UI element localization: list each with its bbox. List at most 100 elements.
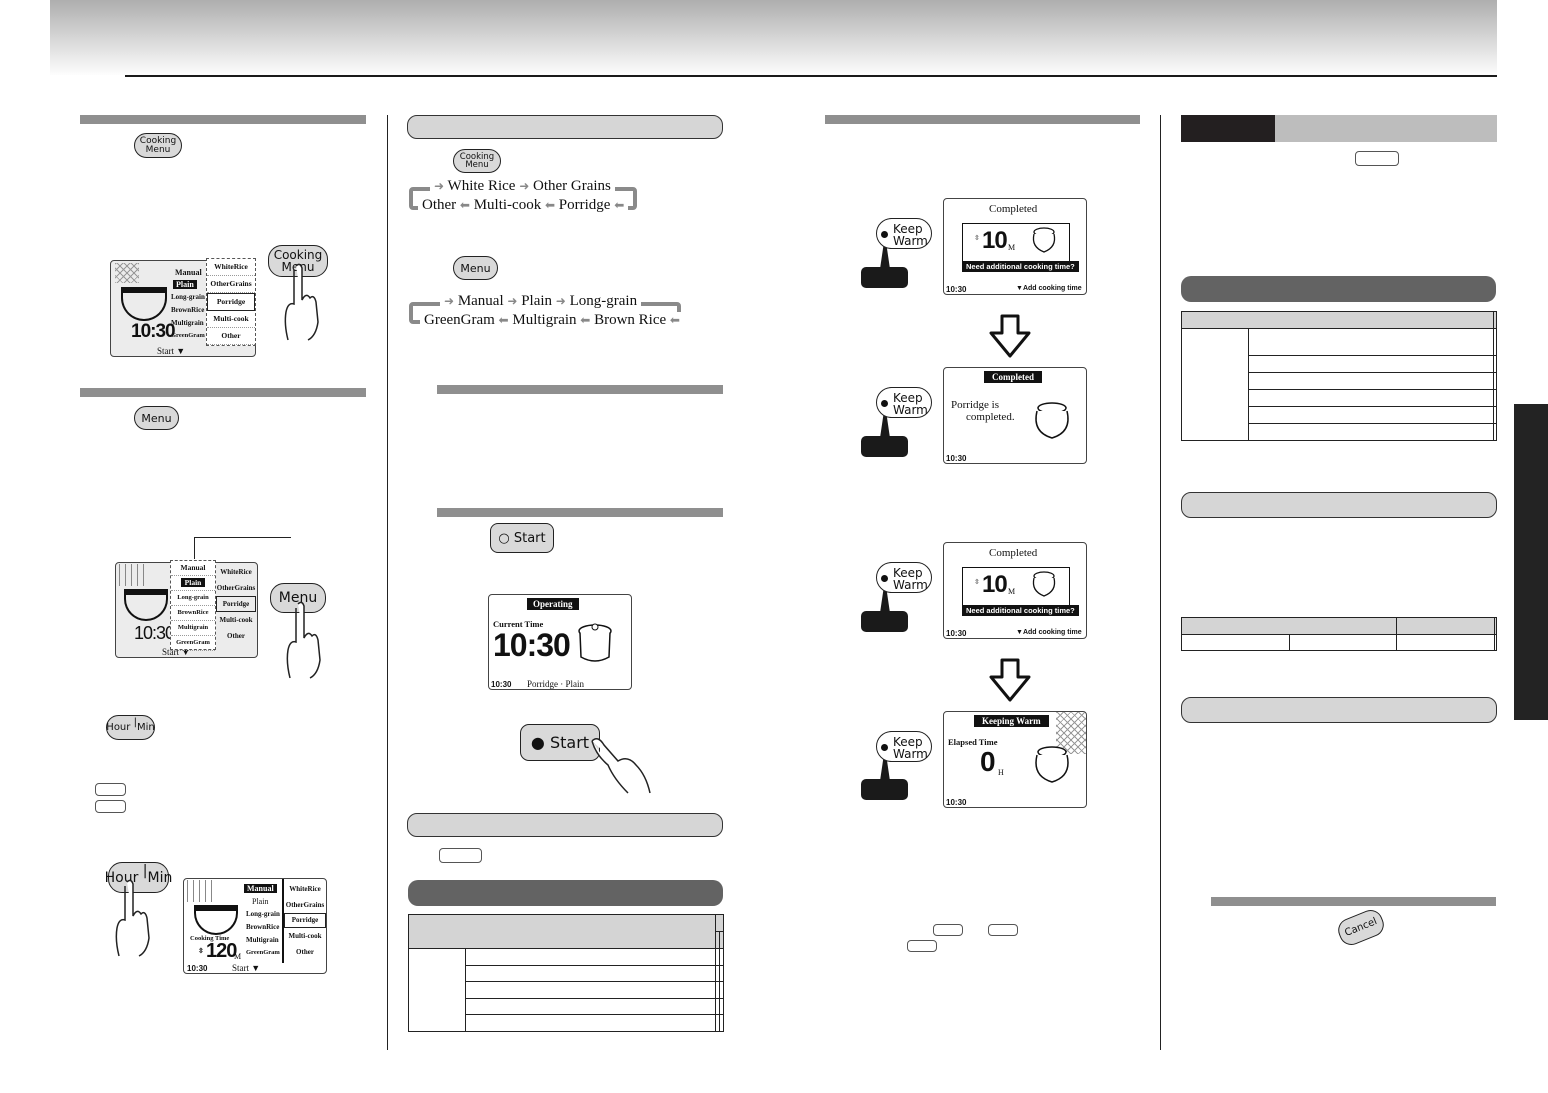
keep-warm-button[interactable]: Keep Warm [876,562,932,593]
flow-item: Other Grains [533,178,611,194]
hint-text: Add cooking time [1022,629,1082,636]
section-header-pill [1181,492,1497,518]
lcd-menu-item: Multigrain [171,319,204,327]
keep-warm-button[interactable]: Keep Warm [876,218,932,249]
arrow-left-icon: ⬅ [669,313,680,327]
table-cell [1492,355,1498,373]
callout-line [194,537,195,559]
lamp-indicator-box [861,779,908,800]
button-label: Menu [145,144,171,155]
lcd-completed-prompt-screen: Completed ⇳ 10 M Need additional cooking… [943,198,1087,295]
cooking-menu-button[interactable]: Cooking Menu [134,133,182,158]
lcd-menu-item-selected: Porridge [207,293,255,311]
lamp-indicator-box [861,267,908,288]
additional-time-unit: M [1008,587,1016,596]
section-header-pill [407,115,723,139]
button-label: Menu [465,160,489,170]
flow-item: Multigrain [512,312,577,328]
flow-menu-row2: GreenGram ⬅ Multigrain ⬅ Brown Rice ⬅ [420,312,684,329]
flow-item: GreenGram [424,312,495,328]
rice-bowl-icon [194,905,238,935]
lcd-clock-small: 10:30 [946,629,967,638]
lcd-menu-item: WhiteRice [289,885,321,893]
table-cell [1248,355,1494,373]
add-cooking-time-hint: ▼Add cooking time [1016,285,1082,292]
arrow-left-icon: ⬅ [459,198,470,212]
table-header-cell [1396,617,1496,635]
lcd-keeping-warm-screen: Keeping Warm Elapsed Time 0 H 10:30 [943,711,1087,808]
hour-min-button[interactable]: Hour | Min [106,715,155,740]
lcd-clock-small: 10:30 [946,285,967,294]
indicator-lamp-icon [881,400,888,407]
keep-warm-button[interactable]: Keep Warm [876,387,932,418]
lcd-menu-item-selected: Porridge [216,596,256,612]
menu-button[interactable]: Menu [134,406,179,430]
table-header-cell [407,914,717,949]
key-placeholder [907,940,937,952]
table-cell [719,981,724,999]
callout-line [194,537,291,538]
table-cell [1494,633,1497,651]
lcd-menu-item-selected: Plain [171,576,215,591]
additional-time-value: 10 [982,227,1008,254]
flow-item: Other [422,197,457,213]
lcd-status-title: Completed [989,547,1038,559]
lcd-menu-item: OtherGrains [207,276,255,293]
start-button[interactable]: ○ Start [490,523,554,553]
cancel-button[interactable]: Cancel [1334,906,1388,949]
indicator-lamp-icon [881,231,888,238]
flow-item: Multi-cook [473,197,542,213]
current-time-value: 10:30 [493,627,571,663]
lcd-menu-item: BrownRice [171,306,205,314]
flow-item: Brown Rice [594,312,667,328]
additional-time-question: Need additional cooking time? [962,261,1079,272]
flow-item: Long-grain [569,293,638,309]
arrow-right-icon: ➜ [555,294,566,308]
table-cell [1396,633,1496,651]
button-label: Warm [893,234,928,248]
button-label: Menu [141,411,172,425]
additional-time-question: Need additional cooking time? [962,605,1079,616]
lamp-indicator-box [861,436,908,457]
arrow-left-icon: ⬅ [580,313,591,327]
settings-table [1180,617,1497,651]
cooking-menu-button[interactable]: Cooking Menu [453,149,501,173]
table-header-cell [1180,617,1398,635]
table-cell [408,948,466,1032]
table-cell [1492,328,1498,356]
lcd-menu-item: GreenGram [171,636,215,651]
add-cooking-time-hint: ▼Add cooking time [1016,629,1082,636]
cooking-pot-icon [1035,746,1069,783]
menu-table [1181,311,1498,441]
lcd-completed-message-screen: Completed Porridge is completed. 10:30 [943,367,1087,464]
down-arrow-icon [989,314,1031,358]
completion-message: completed. [966,411,1015,423]
button-label: Warm [893,578,928,592]
key-placeholder [1355,151,1399,166]
lcd-completed-prompt-screen: Completed ⇳ 10 M Need additional cooking… [943,542,1087,639]
steam-decoration-icon [119,564,149,586]
table-cell [464,997,717,1016]
table-cell [1492,389,1498,407]
lcd-menu-item: Multi-cook [207,311,255,328]
menu-button[interactable]: Menu [453,256,498,280]
lcd-cooking-menu-list: WhiteRice OtherGrains Porridge Multi-coo… [284,881,326,960]
section-header-dark [408,880,723,906]
table-cell [1181,328,1249,441]
keep-warm-button[interactable]: Keep Warm [876,731,932,762]
arrow-left-icon: ⬅ [614,198,625,212]
section-bar-start [437,508,723,517]
selected-text: Plain [180,578,206,587]
lcd-menu-item: Other [227,632,245,640]
lcd-menu-item: Long-grain [246,910,280,918]
arrow-right-icon: ➜ [507,294,518,308]
lcd-menu-item: Manual [175,268,202,277]
lcd-status-title: Operating [527,598,579,610]
header-rule [125,75,1497,77]
section-header-dark [1181,276,1496,302]
table-cell [1492,406,1498,424]
lcd-menu-item: Multigrain [171,621,215,636]
lcd-menu-item-selected: Plain [173,280,197,289]
lcd-cooking-menu-list: WhiteRice OtherGrains Porridge Multi-coo… [206,258,256,346]
down-arrow-icon [989,658,1031,702]
